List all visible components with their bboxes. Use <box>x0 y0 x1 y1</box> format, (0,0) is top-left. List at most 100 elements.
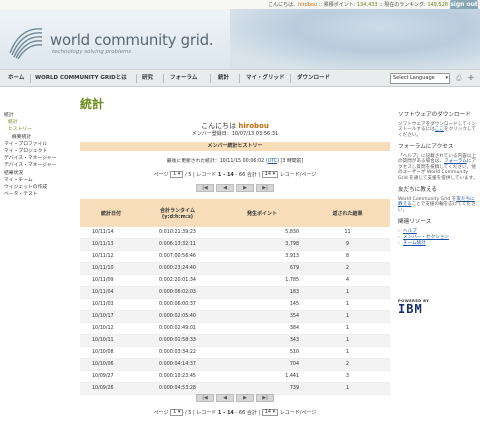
table-row: 10/11/03 0:000:06:00:37 145 1 <box>80 299 390 311</box>
forum-title: フォーラムにアクセス <box>398 144 454 150</box>
cell-points: 510 <box>289 350 299 355</box>
print-icon[interactable]: ⎙ <box>456 74 464 82</box>
sidebar-item-profile[interactable]: マイ・プロファイル <box>4 141 74 148</box>
record-range: 1 - 14 <box>217 172 234 178</box>
prev-page-button[interactable]: ◀ <box>216 184 234 192</box>
page-select[interactable]: 1 ▾ <box>170 409 184 416</box>
last-page-button[interactable]: ▶| <box>256 394 274 402</box>
table-body: 10/11/14 0:010:21:39:23 5,830 11 10/11/13 0:0… <box>80 227 390 395</box>
ibm-logo: IBM <box>398 302 423 316</box>
record-total: - 66 合計 | <box>233 410 261 416</box>
cell-points: 343 <box>289 338 299 343</box>
sidebar-item-summary[interactable]: 概要統計 <box>4 134 74 141</box>
chevron-down-icon: ▾ <box>445 75 448 81</box>
nav-about[interactable]: WORLD COMMUNITY GRIDとは <box>35 70 127 87</box>
site-tagline: technology solving problems <box>52 49 132 55</box>
per-page-value: 14 <box>264 409 272 415</box>
cell-runtime: 0:000:04:53:28 <box>159 386 196 391</box>
sidebar-item-results[interactable]: 結果状況 <box>4 170 74 177</box>
sidebar-item-widget[interactable]: ウィジェットの作成 <box>4 184 74 191</box>
col-points[interactable]: 発生ポイント <box>225 210 305 217</box>
updated-suffix: ) [3 時間前] <box>277 159 304 164</box>
points-label: 累積ポイント: <box>323 2 357 8</box>
record-range: 1 - 14 <box>217 410 234 416</box>
cell-results: 1 <box>345 326 350 331</box>
cell-runtime: 0:000:02:49:01 <box>159 326 196 331</box>
rank-label: 現在のランキング: <box>384 2 428 8</box>
download-link[interactable]: ここ <box>435 127 444 132</box>
nav-divider <box>239 74 240 83</box>
first-page-button[interactable]: |◀ <box>196 184 214 192</box>
language-select[interactable]: Select Language ▾ <box>390 73 450 84</box>
pager-bottom: ページ 1 ▾ / 5 | レコード 1 - 14 - 66 合計 | 14 ▾… <box>80 409 390 416</box>
cell-results: 1 <box>345 338 350 343</box>
cell-results: 1 <box>345 386 350 391</box>
last-page-button[interactable]: ▶| <box>256 184 274 192</box>
sidebar-item-projects[interactable]: マイ・プロジェクト <box>4 148 74 155</box>
first-page-button[interactable]: |◀ <box>196 394 214 402</box>
sidebar-item-history[interactable]: ヒストリー <box>4 126 74 133</box>
sidebar-item-stats[interactable]: 統計 <box>4 119 74 126</box>
nav-home[interactable]: ホーム <box>8 70 24 87</box>
table-row: 10/11/12 0:007:00:56:46 3,913 8 <box>80 251 390 263</box>
site-logo-title[interactable]: world community grid. <box>50 31 214 49</box>
resources-title: 関連リソース <box>398 219 432 225</box>
table-header: 統計日付 合計ランタイム (y:d:h:m:s) 発生ポイント 返された結果 <box>80 199 390 227</box>
col-runtime[interactable]: 合計ランタイム (y:d:h:m:s) <box>130 207 225 220</box>
table-row: 10/10/06 0:000:04:14:37 704 2 <box>80 359 390 371</box>
page-select[interactable]: 1 ▾ <box>170 171 184 178</box>
cell-points: 3,798 <box>285 242 299 247</box>
cell-results: 9 <box>345 242 350 247</box>
download-title: ソフトウェアのダウンロード <box>398 112 471 118</box>
language-select-value: Select Language <box>393 75 435 81</box>
next-page-button[interactable]: ▶ <box>236 184 254 192</box>
cell-date: 10/09/26 <box>92 386 114 391</box>
cell-date: 10/10/08 <box>92 350 114 355</box>
cell-date: 10/11/13 <box>92 242 114 247</box>
nav-stats[interactable]: 統計 <box>218 70 229 87</box>
per-page-select[interactable]: 14 ▾ <box>261 409 279 416</box>
sidebar-item-device-manager[interactable]: デバイス・マネージャー <box>4 155 74 162</box>
last-updated: 最後に更新された統計：10/11/15 00:06:02 (UTC) [3 時間… <box>80 157 390 164</box>
per-page-label: レコード/ページ <box>279 410 317 416</box>
sidebar-item-stats-group: 統計 <box>4 113 14 118</box>
page-count: / 5 | レコード <box>184 410 217 416</box>
nav-forum[interactable]: フォーラム <box>170 70 197 87</box>
greeting-prefix: こんにちは <box>201 122 239 130</box>
cell-runtime: 0:000:01:58:33 <box>159 338 196 343</box>
ibm-badge[interactable]: POWERED BY IBM <box>398 298 436 318</box>
friend-text: World Community Grid を友だちに教えることで支援の輪を広げて… <box>398 197 478 214</box>
nav-my-grid[interactable]: マイ・グリッド <box>246 70 285 87</box>
nav-download[interactable]: ダウンロード <box>297 70 330 87</box>
per-page-select[interactable]: 14 ▾ <box>261 171 279 178</box>
col-runtime-unit: (y:d:h:m:s) <box>161 213 194 220</box>
cell-date: 10/10/12 <box>92 326 114 331</box>
cell-date: 10/11/12 <box>92 254 114 259</box>
cell-date: 10/10/11 <box>92 338 114 343</box>
cell-points: 354 <box>289 314 299 319</box>
cell-date: 10/09/27 <box>92 374 114 379</box>
left-sidebar: 統計 統計 ヒストリー 概要統計 マイ・プロファイル マイ・プロジェクト デバイ… <box>4 112 74 198</box>
next-page-button[interactable]: ▶ <box>236 394 254 402</box>
cell-date: 10/11/03 <box>92 302 114 307</box>
sidebar-item-beta[interactable]: ベータ・テスト <box>4 191 74 198</box>
sidebar-item-team[interactable]: マイ・チーム <box>4 177 74 184</box>
username-link[interactable]: hirobou <box>298 2 317 8</box>
rank-value: 149,528 <box>427 2 448 8</box>
sidebar-item-device-manager-2[interactable]: デバイス・マネージャー <box>4 162 74 169</box>
cell-runtime: 0:000:03:34:22 <box>159 350 196 355</box>
nav-research[interactable]: 研究 <box>142 70 153 87</box>
friend-text-1: World Community Grid を <box>398 196 457 202</box>
col-results[interactable]: 返された結果 <box>305 210 390 217</box>
table-row: 10/11/10 0:000:23:24:40 679 2 <box>80 263 390 275</box>
forum-link[interactable]: フォーラム <box>444 159 467 164</box>
cell-results: 11 <box>344 230 351 235</box>
page-title: 統計 <box>80 97 105 111</box>
bookmark-icon[interactable]: ✚ <box>468 74 476 82</box>
cell-results: 4 <box>345 278 350 283</box>
table-row: 10/09/27 0:000:10:23:45 1,441 3 <box>80 371 390 383</box>
resource-link-team[interactable]: チーム統計 <box>398 241 478 247</box>
utc-link[interactable]: UTC <box>268 159 278 164</box>
col-date[interactable]: 統計日付 <box>80 210 130 217</box>
prev-page-button[interactable]: ◀ <box>216 394 234 402</box>
